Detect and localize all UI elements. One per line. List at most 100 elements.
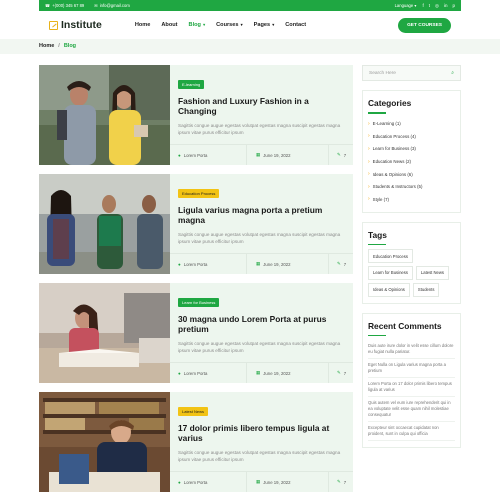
widget-title: Categories bbox=[368, 98, 412, 108]
post-author[interactable]: ● Lorem Porta bbox=[170, 363, 247, 383]
post-title[interactable]: Ligula varius magna porta a pretium magn… bbox=[178, 205, 345, 226]
post-category-badge[interactable]: Learn for Business bbox=[178, 298, 220, 307]
sidebar: Search Here ⌕ Categories › E-Learning (1)… bbox=[362, 65, 461, 448]
tag-item[interactable]: Education Process bbox=[368, 249, 413, 263]
chevron-right-icon: › bbox=[368, 158, 370, 165]
comment-icon: ✎ bbox=[337, 370, 341, 375]
comment-icon: ✎ bbox=[337, 261, 341, 266]
get-courses-button[interactable]: GET COURSES bbox=[398, 17, 451, 33]
nav-item-blog[interactable]: Blog ▾ bbox=[189, 22, 206, 28]
logo-icon bbox=[49, 20, 58, 30]
recent-comment[interactable]: Excepteur sint occaecat cupidatat non pr… bbox=[368, 422, 455, 441]
title-underline bbox=[368, 243, 386, 246]
tag-item[interactable]: Ideas & Opinions bbox=[368, 282, 410, 297]
post-comments[interactable]: ✎ 7 bbox=[329, 363, 346, 383]
title-underline bbox=[368, 112, 386, 114]
chevron-right-icon: › bbox=[368, 171, 370, 178]
nav-item-courses[interactable]: Courses ▾ bbox=[216, 22, 243, 28]
category-item[interactable]: › Education News (2) bbox=[368, 155, 455, 168]
facebook-icon[interactable]: f bbox=[423, 3, 424, 9]
recent-comment[interactable]: Duis aute irure dolor in velit esse cill… bbox=[368, 340, 455, 359]
chevron-down-icon: ▾ bbox=[201, 22, 206, 27]
phone-contact[interactable]: ☎ +(000) 345 67 89 bbox=[45, 3, 84, 8]
nav-item-contact[interactable]: Contact bbox=[285, 22, 306, 28]
post-excerpt: Sagittis congue augue egestas volutpat e… bbox=[178, 122, 341, 135]
category-item[interactable]: › E-Learning (1) bbox=[368, 118, 455, 131]
recent-comment[interactable]: Lorem Porta on 17 dolor primis libero te… bbox=[368, 378, 455, 397]
post-content: Education Process Ligula varius magna po… bbox=[170, 174, 353, 274]
recent-comment[interactable]: Quis autem vel eum iure reprehenderit qu… bbox=[368, 397, 455, 422]
post-thumbnail[interactable] bbox=[39, 174, 170, 274]
recent-comment[interactable]: Eget Nulla on Ligula varius magna porta … bbox=[368, 359, 455, 378]
top-bar: ☎ +(000) 345 67 89 ✉ info@gmail.com Langua… bbox=[39, 0, 461, 11]
language-selector[interactable]: Language ▾ bbox=[395, 3, 417, 8]
site-logo[interactable]: Institute bbox=[49, 19, 102, 31]
post-excerpt: Sagittis congue augue egestas volutpat e… bbox=[178, 340, 341, 353]
post-author[interactable]: ● Lorem Porta bbox=[170, 254, 247, 274]
category-item[interactable]: › Education Process (4) bbox=[368, 130, 455, 143]
search-input[interactable]: Search Here ⌕ bbox=[362, 65, 461, 81]
post-card: Learn for Business 30 magna undo Lorem P… bbox=[39, 283, 353, 383]
calendar-icon: ▦ bbox=[256, 479, 261, 484]
post-category-badge[interactable]: E-learning bbox=[178, 80, 205, 89]
post-title[interactable]: 30 magna undo Lorem Porta at purus preti… bbox=[178, 314, 345, 335]
widget-title: Recent Comments bbox=[368, 320, 442, 331]
breadcrumb-bar: Home / Blog bbox=[0, 39, 500, 54]
breadcrumb-home[interactable]: Home bbox=[39, 43, 54, 49]
breadcrumb: Home / Blog bbox=[39, 43, 76, 49]
calendar-icon: ▦ bbox=[256, 261, 261, 266]
category-item[interactable]: › Ideas & Opinions (6) bbox=[368, 168, 455, 181]
post-author[interactable]: ● Lorem Porta bbox=[170, 145, 247, 165]
post-excerpt: Sagittis congue augue egestas volutpat e… bbox=[178, 231, 341, 244]
tag-item[interactable]: Latest News bbox=[415, 265, 449, 280]
main-nav: Home About Blog ▾ Courses ▾ Pages ▾ Cont… bbox=[135, 22, 306, 28]
post-meta: ● Lorem Porta ▦ June 19, 2022 ✎ 7 bbox=[170, 144, 353, 165]
calendar-icon: ▦ bbox=[256, 152, 261, 157]
nav-item-pages[interactable]: Pages ▾ bbox=[254, 22, 275, 28]
user-icon: ● bbox=[178, 261, 181, 267]
nav-item-home[interactable]: Home bbox=[135, 22, 151, 28]
category-item[interactable]: › Learn for Business (3) bbox=[368, 143, 455, 156]
tag-cloud: Education Process Learn for Business Lat… bbox=[368, 249, 455, 297]
user-icon: ● bbox=[178, 479, 181, 485]
mail-icon: ✉ bbox=[94, 3, 98, 8]
chevron-right-icon: › bbox=[368, 120, 370, 127]
post-thumbnail[interactable] bbox=[39, 392, 170, 492]
post-comments[interactable]: ✎ 7 bbox=[329, 472, 346, 492]
category-item[interactable]: › Style (7) bbox=[368, 193, 455, 206]
post-comments[interactable]: ✎ 7 bbox=[329, 145, 346, 165]
linkedin-icon[interactable]: in bbox=[444, 3, 448, 9]
email-contact[interactable]: ✉ info@gmail.com bbox=[94, 3, 130, 8]
breadcrumb-current: Blog bbox=[63, 43, 77, 49]
post-card: Latest News 17 dolor primis libero tempu… bbox=[39, 392, 353, 492]
comment-icon: ✎ bbox=[337, 152, 341, 157]
post-title[interactable]: Fashion and Luxury Fashion in a Changing bbox=[178, 96, 345, 117]
post-title[interactable]: 17 dolor primis libero tempus ligula at … bbox=[178, 423, 345, 444]
main-header: Institute Home About Blog ▾ Courses ▾ Pa… bbox=[39, 11, 461, 39]
post-thumbnail[interactable] bbox=[39, 283, 170, 383]
pinterest-icon[interactable]: p bbox=[452, 3, 455, 9]
chevron-right-icon: › bbox=[368, 196, 370, 203]
instagram-icon[interactable]: ◎ bbox=[435, 3, 439, 9]
post-category-badge[interactable]: Education Process bbox=[178, 189, 220, 198]
post-category-badge[interactable]: Latest News bbox=[178, 407, 209, 416]
post-comments[interactable]: ✎ 7 bbox=[329, 254, 346, 274]
widget-title: Tags bbox=[368, 229, 387, 240]
chevron-down-icon: ▾ bbox=[271, 22, 275, 27]
nav-item-about[interactable]: About bbox=[161, 22, 177, 28]
post-author[interactable]: ● Lorem Porta bbox=[170, 472, 247, 492]
search-icon[interactable]: ⌕ bbox=[451, 70, 454, 76]
post-thumbnail[interactable] bbox=[39, 65, 170, 165]
post-date: ▦ June 19, 2022 bbox=[247, 254, 329, 274]
twitter-icon[interactable]: t bbox=[429, 3, 430, 9]
tag-item[interactable]: Students bbox=[412, 282, 440, 297]
post-card: E-learning Fashion and Luxury Fashion in… bbox=[39, 65, 353, 165]
chevron-right-icon: › bbox=[368, 133, 370, 140]
post-meta: ● Lorem Porta ▦ June 19, 2022 ✎ 7 bbox=[170, 471, 353, 492]
user-icon: ● bbox=[178, 152, 181, 158]
post-date: ▦ June 19, 2022 bbox=[247, 363, 329, 383]
tag-item[interactable]: Learn for Business bbox=[368, 265, 413, 280]
comment-icon: ✎ bbox=[337, 479, 341, 484]
post-date: ▦ June 19, 2022 bbox=[247, 472, 329, 492]
category-item[interactable]: › Students & Instructors (5) bbox=[368, 180, 455, 193]
